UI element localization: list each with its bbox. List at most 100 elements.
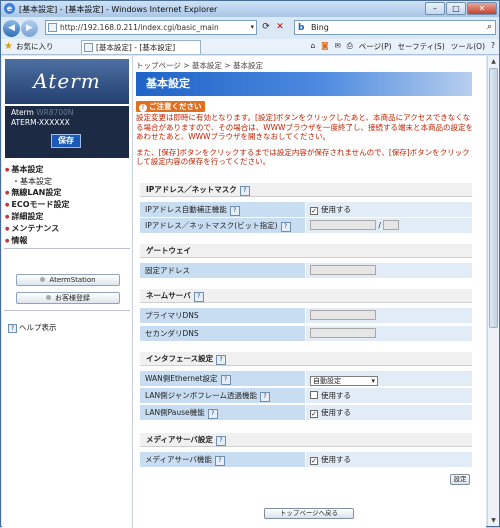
help-icon[interactable]: ? xyxy=(215,436,226,446)
menu-eco-mode[interactable]: ECOモード設定 xyxy=(2,199,132,211)
dns-secondary-field[interactable] xyxy=(310,328,376,338)
stop-icon[interactable]: ✕ xyxy=(273,21,287,33)
section-ns-title: ネームサーバ? xyxy=(140,289,472,303)
ip-auto-label: IPアドレス自動補正機能 xyxy=(145,205,227,214)
help-icon[interactable]: ? xyxy=(214,456,225,466)
help-label: ヘルプ表示 xyxy=(19,323,57,332)
section-ns-label: ネームサーバ xyxy=(146,291,191,300)
scroll-thumb[interactable] xyxy=(489,68,498,328)
media-server-label: メディアサーバ機能 xyxy=(145,455,212,464)
favorites-bar: ★ お気に入り [基本設定] - [基本設定] ⌂ ◙ ✉ ⎙ ページ(P) セ… xyxy=(1,39,499,55)
mail-icon[interactable]: ✉ xyxy=(335,41,341,52)
home-icon[interactable]: ⌂ xyxy=(310,41,315,52)
help-icon[interactable]: ? xyxy=(280,222,291,232)
help-icon[interactable]: ? xyxy=(207,409,218,419)
dns-primary-field[interactable] xyxy=(310,310,376,320)
set-button[interactable]: 設定 xyxy=(450,474,470,485)
row-gw-fixed: 固定アドレス xyxy=(140,263,472,278)
refresh-icon[interactable]: ⟳ xyxy=(259,21,273,33)
search-engine-label: Bing xyxy=(311,23,329,32)
ip-address-field[interactable] xyxy=(310,220,376,230)
tab-title: [基本設定] - [基本設定] xyxy=(96,43,176,52)
page-title: 基本設定 xyxy=(136,72,472,96)
help-icon[interactable]: ? xyxy=(229,206,240,216)
dns-primary-label: プライマリDNS xyxy=(145,311,199,320)
row-dns-secondary: セカンダリDNS xyxy=(140,326,472,341)
customer-registration-button[interactable]: お客様登録 xyxy=(16,292,120,304)
jumbo-frame-checkbox[interactable] xyxy=(310,391,318,399)
help-icon[interactable]: ? xyxy=(260,392,270,402)
menu-basic-settings[interactable]: 基本設定 xyxy=(2,164,132,176)
aterm-station-button[interactable]: AtermStation xyxy=(16,274,120,286)
scroll-down-icon[interactable]: ▼ xyxy=(488,515,499,526)
favorites-label[interactable]: お気に入り xyxy=(16,41,54,52)
menu-tools[interactable]: ツール(O) xyxy=(451,41,485,52)
netmask-bits-field[interactable] xyxy=(383,220,400,230)
search-icon[interactable]: ⌕ xyxy=(487,21,492,34)
menu-page[interactable]: ページ(P) xyxy=(359,41,392,52)
menu-basic-settings-sub[interactable]: 基本設定 xyxy=(2,176,132,187)
notice-text-save: また、[保存]ボタンをクリックするまでは設定内容が保存されませんので、[保存]ボ… xyxy=(136,147,470,167)
forward-icon[interactable]: ▶ xyxy=(21,19,38,37)
help-icon[interactable]: ? xyxy=(220,375,231,385)
save-button[interactable]: 保存 xyxy=(51,134,81,148)
address-dropdown-icon[interactable]: ▾ xyxy=(250,21,254,34)
model-line: Aterm xyxy=(11,108,34,117)
section-if-label: インタフェース設定 xyxy=(146,354,214,363)
row-wan-ethernet: WAN側Ethernet設定? 自動設定 xyxy=(140,371,472,386)
gw-fixed-field[interactable] xyxy=(310,265,376,275)
notice-box: ご注意ください 設定変更は即時に有効となります。[設定]ボタンをクリックしたあと… xyxy=(136,101,481,167)
sidebar: Aterm Aterm WR8700N ATERM-XXXXXX 保存 基本設定… xyxy=(2,56,133,528)
ip-address-label: IPアドレス／ネットマスク(ビット指定) xyxy=(145,221,278,230)
menu-maintenance[interactable]: メンテナンス xyxy=(2,223,132,235)
media-server-checkbox[interactable]: ✓ xyxy=(310,457,318,465)
help-icon[interactable]: ? xyxy=(216,355,227,365)
browser-tab[interactable]: [基本設定] - [基本設定] xyxy=(81,40,201,54)
menu-advanced[interactable]: 詳細設定 xyxy=(2,211,132,223)
scroll-up-icon[interactable]: ▲ xyxy=(488,56,499,67)
print-icon[interactable]: ⎙ xyxy=(347,41,353,52)
row-jumbo-frame: LAN側ジャンボフレーム透過機能? 使用する xyxy=(140,388,472,403)
section-media-title: メディアサーバ設定? xyxy=(140,433,472,447)
pause-label: LAN側Pause機能 xyxy=(145,408,205,417)
rss-icon[interactable]: ◙ xyxy=(321,41,328,52)
address-url: http://192.168.0.211/index.cgi/basic_mai… xyxy=(60,23,219,32)
device-name: ATERM-XXXXXX xyxy=(11,118,70,127)
window-title: [基本設定] - [基本設定] - Windows Internet Explo… xyxy=(19,4,218,14)
search-box[interactable]: b Bing ⌕ xyxy=(294,20,496,35)
help-icon[interactable]: ? xyxy=(193,292,204,302)
device-info-panel: Aterm WR8700N ATERM-XXXXXX 保存 xyxy=(5,106,129,158)
help-icon[interactable]: ? xyxy=(239,186,250,196)
wan-ethernet-select[interactable]: 自動設定 xyxy=(310,376,378,386)
ip-slash: / xyxy=(378,221,381,230)
notice-text: 設定変更は即時に有効となります。[設定]ボタンをクリックしたあと、本商品にアクセ… xyxy=(136,113,473,141)
minimize-button[interactable]: – xyxy=(425,2,445,15)
section-gw-title: ゲートウェイ xyxy=(140,244,472,258)
jumbo-frame-value: 使用する xyxy=(321,391,351,400)
help-icon: ? xyxy=(8,324,17,333)
menu-wireless-lan[interactable]: 無線LAN設定 xyxy=(2,187,132,199)
media-server-value: 使用する xyxy=(321,455,351,464)
vertical-scrollbar[interactable]: ▲ ▼ xyxy=(487,56,499,526)
pause-checkbox[interactable]: ✓ xyxy=(310,410,318,418)
bing-icon: b xyxy=(298,23,305,33)
back-to-top-button[interactable]: トップページへ戻る xyxy=(264,508,354,519)
ip-auto-checkbox[interactable]: ✓ xyxy=(310,207,318,215)
section-media-label: メディアサーバ設定 xyxy=(146,435,213,444)
row-media-server: メディアサーバ機能? ✓ 使用する xyxy=(140,452,472,467)
notice-badge: ご注意ください xyxy=(136,101,205,112)
row-dns-primary: プライマリDNS xyxy=(140,308,472,323)
address-toolbar: ◀ ▶ http://192.168.0.211/index.cgi/basic… xyxy=(1,17,499,39)
close-button[interactable]: ✕ xyxy=(467,2,497,15)
favorites-star-icon[interactable]: ★ xyxy=(4,41,13,52)
help-link[interactable]: ? ヘルプ表示 xyxy=(8,322,57,333)
tab-page-icon xyxy=(84,43,93,52)
menu-info[interactable]: 情報 xyxy=(2,235,132,247)
page-icon xyxy=(48,23,57,32)
address-bar[interactable]: http://192.168.0.211/index.cgi/basic_mai… xyxy=(45,20,257,35)
aterm-logo: Aterm xyxy=(5,59,129,104)
back-icon[interactable]: ◀ xyxy=(3,19,20,37)
maximize-button[interactable]: □ xyxy=(446,2,466,15)
menu-safety[interactable]: セーフティ(S) xyxy=(398,41,445,52)
menu-help[interactable]: ? xyxy=(491,41,495,52)
